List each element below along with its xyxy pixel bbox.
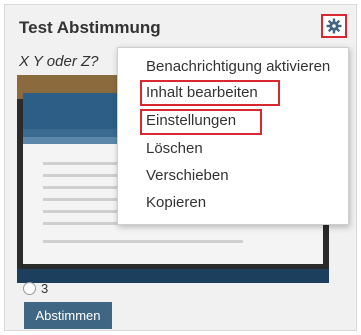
gear-icon	[326, 18, 342, 34]
poll-question: X Y oder Z?	[19, 53, 99, 70]
poll-widget: Test Abstimmung X Y oder Z? Benachrichti…	[4, 4, 357, 331]
settings-dropdown-menu: Benachrichtigung aktivieren Inhalt bearb…	[117, 47, 349, 225]
settings-button[interactable]	[321, 14, 347, 38]
widget-title: Test Abstimmung	[19, 18, 161, 37]
menu-item-move[interactable]: Verschieben	[146, 167, 229, 184]
menu-item-copy[interactable]: Kopieren	[146, 194, 206, 211]
vote-button[interactable]: Abstimmen	[24, 302, 112, 329]
menu-item-edit-content[interactable]: Inhalt bearbeiten	[146, 84, 258, 101]
menu-item-settings[interactable]: Einstellungen	[146, 112, 236, 129]
poll-option-label: 3	[41, 281, 49, 296]
menu-item-enable-notifications[interactable]: Benachrichtigung aktivieren	[146, 58, 330, 75]
poll-option-radio[interactable]	[23, 282, 36, 295]
menu-item-delete[interactable]: Löschen	[146, 140, 203, 157]
